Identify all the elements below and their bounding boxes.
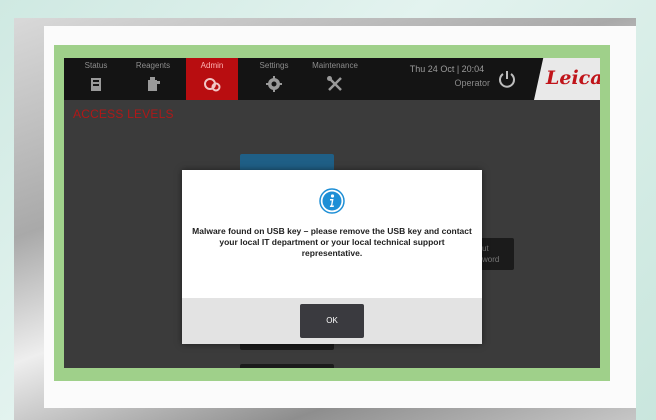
page-title: ACCESS LEVELS	[73, 107, 174, 121]
password-button-text-1: ut	[482, 244, 489, 253]
tab-maintenance[interactable]: Maintenance	[304, 58, 366, 100]
password-button-background[interactable]: ut word	[478, 238, 514, 270]
tab-reagents-label: Reagents	[135, 61, 171, 70]
status-icon	[91, 78, 101, 91]
top-nav-bar: Status Reagents Admin Settings Maintenan…	[64, 58, 600, 100]
device-screen: Status Reagents Admin Settings Maintenan…	[64, 58, 600, 368]
reagent-bottle-icon	[148, 77, 160, 91]
datetime-display: Thu 24 Oct | 20:04	[409, 64, 485, 74]
background-button[interactable]	[240, 364, 334, 368]
current-user: Operator	[454, 78, 490, 88]
tab-settings[interactable]: Settings	[248, 58, 300, 100]
brand-logo-area: Leica	[534, 58, 600, 100]
tab-admin-label: Admin	[200, 61, 224, 70]
dialog-footer: OK	[182, 298, 482, 344]
malware-alert-dialog: Malware found on USB key – please remove…	[182, 170, 482, 344]
tab-status[interactable]: Status	[70, 58, 122, 100]
password-button-text-2: word	[482, 255, 500, 264]
info-icon	[319, 188, 345, 214]
power-icon[interactable]	[496, 68, 518, 90]
ok-button[interactable]: OK	[300, 304, 364, 338]
leica-logo: Leica	[546, 67, 600, 89]
tab-admin[interactable]: Admin	[186, 58, 238, 100]
tab-maintenance-label: Maintenance	[312, 61, 358, 70]
admin-icon	[204, 78, 221, 92]
tab-status-label: Status	[84, 61, 108, 70]
tools-icon	[327, 76, 342, 91]
tab-reagents[interactable]: Reagents	[124, 58, 182, 100]
gear-icon	[266, 76, 282, 92]
tab-settings-label: Settings	[259, 61, 289, 70]
alert-message: Malware found on USB key – please remove…	[192, 226, 472, 258]
